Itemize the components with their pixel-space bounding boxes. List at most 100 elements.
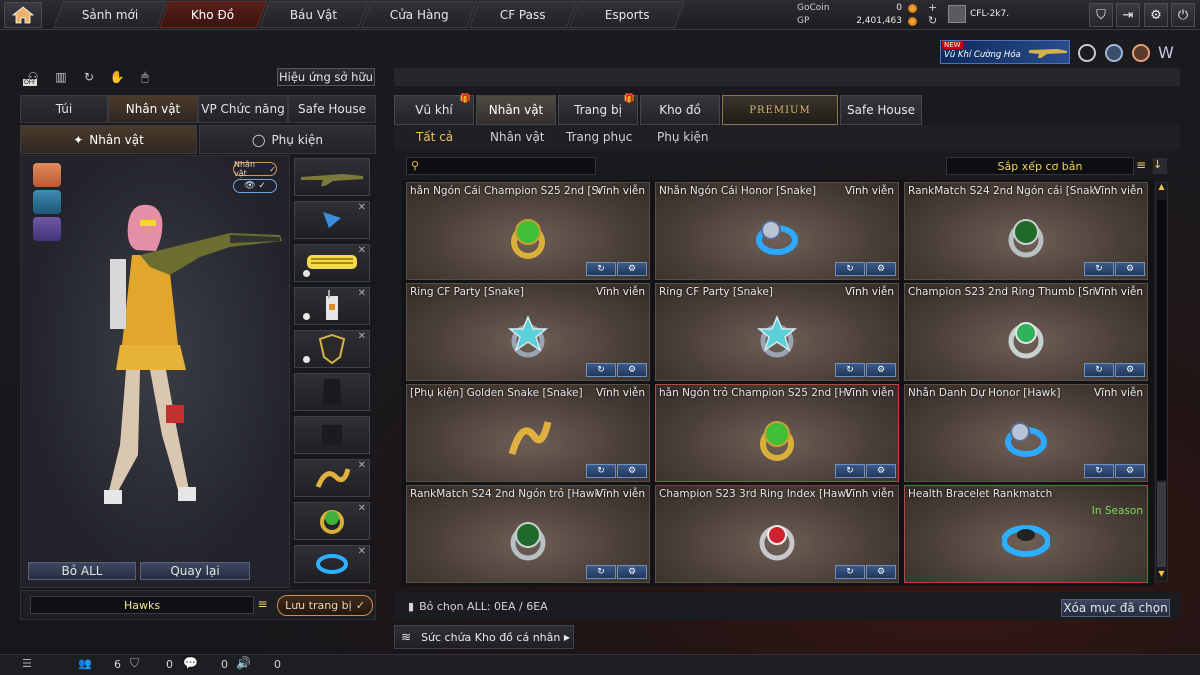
gift-item-button[interactable]: ↻ xyxy=(835,363,865,377)
rotate-icon[interactable]: ↻ xyxy=(79,68,99,86)
gift-item-button[interactable]: ↻ xyxy=(1084,262,1114,276)
faction-purple-icon[interactable] xyxy=(33,217,61,241)
home-button[interactable] xyxy=(4,2,42,28)
item-card[interactable]: Ring CF Party [Snake] Vĩnh viễn ↻ ⚙ xyxy=(655,283,899,381)
item-settings-icon[interactable]: ⚙ xyxy=(866,464,896,478)
item-settings-icon[interactable]: ⚙ xyxy=(1115,464,1145,478)
scroll-down-icon[interactable]: ▼ xyxy=(1155,569,1168,582)
nav-tab-cf-pass[interactable]: CF Pass xyxy=(469,1,577,28)
inv-tab-premium[interactable]: PREMIUM xyxy=(722,95,838,125)
gift-item-button[interactable]: ↻ xyxy=(586,464,616,478)
exit-room-icon[interactable]: ⇥ xyxy=(1116,3,1140,27)
tab-bag[interactable]: Túi xyxy=(20,95,108,123)
item-card[interactable]: hẫn Ngón trỏ Champion S25 2nd [Hawk]Vĩnh… xyxy=(655,384,899,482)
inv-tab-gear[interactable]: Trang bị 🎁 xyxy=(558,94,638,125)
capacity-button[interactable]: ≋ Sức chứa Kho đồ cá nhân ▶ xyxy=(394,625,574,649)
item-card[interactable]: Health Bracelet Rankmatch In Season xyxy=(904,485,1148,583)
off-toggle-icon[interactable]: ⚇ OFF xyxy=(23,68,43,86)
sort-order-icon[interactable]: ↓ xyxy=(1153,158,1167,174)
weapon-upgrade-banner[interactable]: NEW Vũ Khí Cường Hóa xyxy=(940,40,1070,64)
item-card[interactable]: Nhẫn Danh Dự Honor [Hawk] Vĩnh viễn ↻ ⚙ xyxy=(904,384,1148,482)
list-icon[interactable]: ☰ xyxy=(22,657,32,670)
subtab-all[interactable]: Tất cả xyxy=(416,130,453,144)
item-card[interactable]: hẫn Ngón Cái Champion S25 2nd [Snake]Vĩn… xyxy=(406,182,650,280)
scroll-up-icon[interactable]: ▲ xyxy=(1155,182,1168,195)
item-card[interactable]: Nhẫn Ngón Cái Honor [Snake] Vĩnh viễn ↻ ⚙ xyxy=(655,182,899,280)
tab-safe-house[interactable]: Safe House xyxy=(288,95,376,123)
gift-item-button[interactable]: ↻ xyxy=(586,262,616,276)
equipment-slot-2[interactable]: ✕ xyxy=(294,244,370,282)
gift-item-button[interactable]: ↻ xyxy=(1084,363,1114,377)
item-settings-icon[interactable]: ⚙ xyxy=(617,565,647,579)
nav-tab-esports[interactable]: Esports xyxy=(569,1,685,28)
equipment-slot-6[interactable]: ✕ xyxy=(294,502,370,540)
inv-tab-weapons[interactable]: Vũ khí 🎁 xyxy=(394,94,474,125)
subtab-character[interactable]: ✦ Nhân vật xyxy=(20,125,197,154)
add-gocoin-button[interactable]: + xyxy=(928,1,937,14)
friends-icon[interactable]: 👥 xyxy=(78,657,92,670)
view-toggle-icon[interactable]: 👁 ✓ xyxy=(233,179,277,193)
faction-eagle-icon[interactable] xyxy=(33,163,61,187)
sort-menu-icon[interactable]: ≡ xyxy=(1136,158,1150,174)
faction-blue-icon[interactable] xyxy=(33,190,61,214)
equipment-slot-5[interactable]: ✕ xyxy=(294,459,370,497)
scrollbar-thumb[interactable] xyxy=(1157,482,1166,567)
gift-item-button[interactable]: ↻ xyxy=(835,565,865,579)
item-settings-icon[interactable]: ⚙ xyxy=(866,363,896,377)
globe-icon[interactable] xyxy=(1105,44,1123,62)
item-settings-icon[interactable]: ⚙ xyxy=(617,262,647,276)
item-settings-icon[interactable]: ⚙ xyxy=(617,464,647,478)
remove-icon[interactable]: ✕ xyxy=(358,503,366,514)
gift-item-button[interactable]: ↻ xyxy=(586,363,616,377)
item-card[interactable]: [Phụ kiện] Golden Snake [Snake] Vĩnh viễn… xyxy=(406,384,650,482)
remove-icon[interactable]: ✕ xyxy=(358,202,366,213)
subtab-character[interactable]: Nhân vật xyxy=(490,130,545,144)
preset-menu-icon[interactable]: ≡ xyxy=(255,597,270,613)
item-settings-icon[interactable]: ⚙ xyxy=(617,363,647,377)
item-card[interactable]: Champion S23 3rd Ring Index [Hawk] Vĩnh v… xyxy=(655,485,899,583)
remove-icon[interactable]: ✕ xyxy=(358,546,366,557)
tab-vp-functions[interactable]: VP Chức năng xyxy=(198,95,288,123)
clear-all-button[interactable]: Bỏ ALL xyxy=(28,562,136,580)
subtab-costume[interactable]: Trang phục xyxy=(566,130,632,144)
item-card[interactable]: RankMatch S24 2nd Ngón cái [Snake] Vĩnh v… xyxy=(904,182,1148,280)
item-settings-icon[interactable]: ⚙ xyxy=(1115,262,1145,276)
gift-item-button[interactable]: ↻ xyxy=(586,565,616,579)
empty-slot-backpack[interactable] xyxy=(294,416,370,454)
remove-icon[interactable]: ✕ xyxy=(358,460,366,471)
nav-tab-inventory[interactable]: Kho Đồ xyxy=(159,1,267,28)
subtab-accessory[interactable]: Phụ kiện xyxy=(657,130,709,144)
gift-item-button[interactable]: ↻ xyxy=(835,464,865,478)
brand-icon[interactable]: W xyxy=(1158,43,1174,62)
weapon-slot[interactable] xyxy=(294,158,370,196)
empty-slot-vest[interactable] xyxy=(294,373,370,411)
event-icon[interactable] xyxy=(1078,44,1096,62)
back-button[interactable]: Quay lại xyxy=(140,562,250,580)
nav-tab-lobby[interactable]: Sảnh mới xyxy=(53,1,167,28)
stats-icon[interactable]: ▥ xyxy=(51,68,71,86)
item-settings-icon[interactable]: ⚙ xyxy=(866,262,896,276)
item-card[interactable]: Ring CF Party [Snake] Vĩnh viễn ↻ ⚙ xyxy=(406,283,650,381)
clan-icon[interactable]: ⛉ xyxy=(130,656,139,671)
delete-selected-button[interactable]: Xóa mục đã chọn xyxy=(1061,599,1170,617)
item-settings-icon[interactable]: ⚙ xyxy=(866,565,896,579)
sort-dropdown[interactable]: Sắp xếp cơ bản xyxy=(946,157,1134,175)
inv-tab-safe-house[interactable]: Safe House xyxy=(840,95,922,125)
inv-tab-character[interactable]: Nhân vật xyxy=(476,95,556,125)
item-settings-icon[interactable]: ⚙ xyxy=(1115,363,1145,377)
save-loadout-button[interactable]: Lưu trang bị ✓ xyxy=(277,595,373,616)
item-card[interactable]: RankMatch S24 2nd Ngón trỏ [Hawk] Vĩnh vi… xyxy=(406,485,650,583)
remove-icon[interactable]: ✕ xyxy=(358,245,366,256)
subtab-accessory[interactable]: ◯ Phụ kiện xyxy=(199,125,376,154)
equipment-slot-7[interactable]: ✕ xyxy=(294,545,370,583)
power-icon[interactable]: ⏻ xyxy=(1171,3,1195,27)
voice-icon[interactable]: 🔊 xyxy=(236,656,251,670)
item-card[interactable]: Champion S23 2nd Ring Thumb [Snake] Vĩnh … xyxy=(904,283,1148,381)
nav-tab-treasure[interactable]: Báu Vật xyxy=(259,1,369,28)
pose-icon[interactable]: ✋ xyxy=(107,68,127,86)
preset-name-field[interactable]: Hawks xyxy=(30,596,254,614)
equipment-slot-3[interactable]: ✕ xyxy=(294,287,370,325)
tab-character[interactable]: Nhân vật xyxy=(108,95,198,123)
effects-button[interactable]: Hiệu ứng sở hữu xyxy=(277,68,375,86)
gift-item-button[interactable]: ↻ xyxy=(1084,464,1114,478)
